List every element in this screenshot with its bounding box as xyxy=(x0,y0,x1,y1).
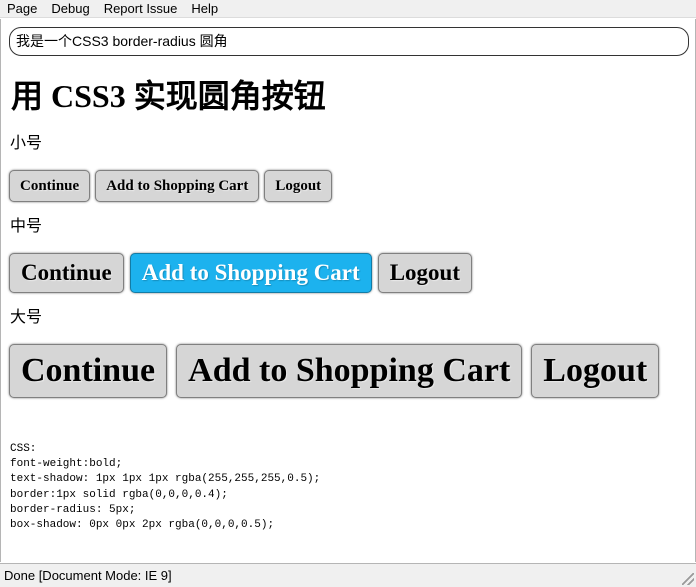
logout-button-medium[interactable]: Logout xyxy=(377,253,472,293)
logout-button-large[interactable]: Logout xyxy=(531,344,660,398)
css-code-line: border-radius: 5px; xyxy=(10,503,136,516)
css-code-line: text-shadow: 1px 1px 1px rgba(255,255,25… xyxy=(10,473,321,486)
css-code-line: font-weight:bold; xyxy=(10,458,123,471)
css-code-block: CSS: font-weight:bold; text-shadow: 1px … xyxy=(10,442,320,533)
css-code-line: box-shadow: 0px 0px 2px rgba(0,0,0,0.5); xyxy=(10,519,275,532)
continue-button-small[interactable]: Continue xyxy=(9,170,91,202)
section-label-medium: 中号 xyxy=(10,218,43,235)
css-code-line: CSS: xyxy=(10,443,37,455)
button-row-large: Continue Add to Shopping Cart Logout xyxy=(9,344,668,398)
add-to-cart-button-large[interactable]: Add to Shopping Cart xyxy=(176,344,523,398)
menu-help[interactable]: Help xyxy=(184,0,225,18)
status-bar: Done [Document Mode: IE 9] xyxy=(0,563,696,587)
add-to-cart-button-small[interactable]: Add to Shopping Cart xyxy=(95,170,260,202)
menu-report-issue[interactable]: Report Issue xyxy=(97,0,185,18)
title-box: 我是一个CSS3 border-radius 圆角 xyxy=(9,27,689,56)
menu-page[interactable]: Page xyxy=(0,0,44,18)
status-text: Done [Document Mode: IE 9] xyxy=(4,568,172,583)
button-row-medium: Continue Add to Shopping Cart Logout xyxy=(9,253,478,293)
section-label-small: 小号 xyxy=(10,135,43,152)
add-to-cart-button-medium[interactable]: Add to Shopping Cart xyxy=(129,253,372,293)
css-code-line: border:1px solid rgba(0,0,0,0.4); xyxy=(10,488,228,501)
menu-debug[interactable]: Debug xyxy=(44,0,96,18)
continue-button-medium[interactable]: Continue xyxy=(9,253,124,293)
page-viewport: 我是一个CSS3 border-radius 圆角 用 CSS3 实现圆角按钮 … xyxy=(0,19,696,562)
page-title: 用 CSS3 实现圆角按钮 xyxy=(11,78,326,114)
resize-grip-icon[interactable] xyxy=(682,573,694,585)
logout-button-small[interactable]: Logout xyxy=(264,170,333,202)
continue-button-large[interactable]: Continue xyxy=(9,344,168,398)
menu-bar: Page Debug Report Issue Help xyxy=(0,0,696,18)
section-label-large: 大号 xyxy=(10,309,43,326)
button-row-small: Continue Add to Shopping Cart Logout xyxy=(9,170,337,202)
